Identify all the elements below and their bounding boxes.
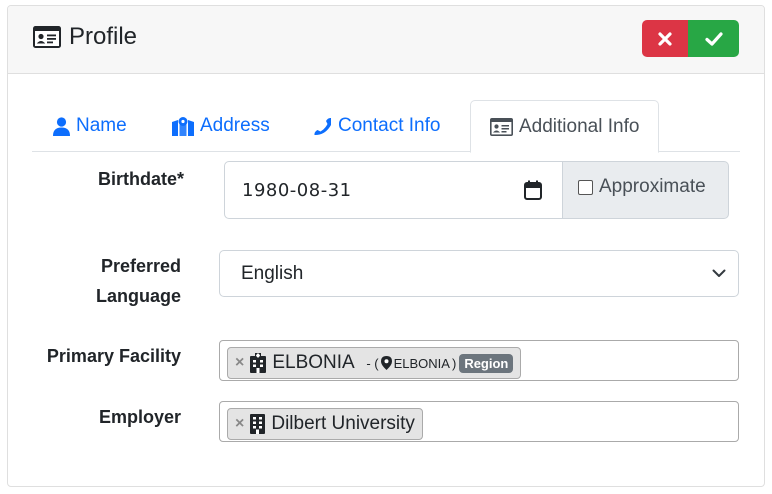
map-icon (172, 117, 194, 136)
page-title-text: Profile (69, 23, 138, 50)
checkmark-icon (704, 31, 723, 46)
phone-icon (314, 117, 331, 135)
tab-contact-info[interactable]: Contact Info (294, 100, 459, 152)
close-paren-text: ) (451, 355, 457, 371)
tab-contact-info-label: Contact Info (338, 115, 441, 136)
birthdate-label: Birthdate* (97, 169, 184, 189)
remove-chip-icon[interactable]: × (235, 415, 244, 433)
id-card-icon (490, 117, 513, 136)
preferred-language-label: Preferred Language (96, 251, 181, 311)
tab-address-label: Address (200, 115, 270, 136)
action-buttons (642, 20, 739, 57)
save-button[interactable] (688, 20, 739, 57)
separator-text: - ( (362, 355, 379, 371)
employer-select[interactable]: × Dilbert University (219, 401, 739, 442)
approximate-addon: Approximate (563, 161, 729, 219)
chevron-down-icon (712, 269, 726, 277)
facility-parent-name: ELBONIA (393, 355, 450, 371)
approximate-label: Approximate (599, 176, 706, 197)
page-title: Profile (33, 23, 137, 51)
id-card-icon (33, 26, 61, 48)
birthdate-input[interactable]: 1980-08-31 (224, 161, 563, 219)
birthdate-value: 1980-08-31 (242, 179, 352, 201)
facility-chip-label: ELBONIA (272, 352, 355, 373)
cancel-button[interactable] (642, 20, 688, 57)
employer-chip-label: Dilbert University (271, 413, 415, 434)
tab-address[interactable]: Address (153, 100, 289, 152)
preferred-language-label-line1: Preferred (100, 256, 181, 276)
map-marker-icon (380, 356, 392, 370)
tab-additional-info[interactable]: Additional Info (470, 100, 660, 153)
region-badge: Region (459, 353, 514, 373)
employer-label: Employer (98, 407, 181, 427)
hospital-icon (250, 353, 267, 373)
calendar-icon[interactable] (524, 180, 542, 200)
facility-chip-parent: - ( ELBONIA ) Region (362, 353, 514, 373)
tab-bar: Name Address Contact Info Additional Inf… (32, 100, 740, 153)
card-header: Profile (8, 6, 764, 74)
primary-facility-select[interactable]: × ELBONIA - ( ELBONIA ) Region (219, 340, 739, 381)
language-select[interactable]: English (219, 250, 739, 297)
tab-name-label: Name (76, 115, 127, 136)
remove-chip-icon[interactable]: × (235, 354, 244, 372)
birthdate-group: 1980-08-31 Approximate (224, 161, 729, 219)
user-icon (53, 116, 70, 136)
language-select-value: English (241, 262, 304, 284)
x-mark-icon (658, 31, 672, 46)
tab-additional-info-label: Additional Info (519, 115, 640, 137)
approximate-checkbox[interactable] (578, 180, 593, 195)
tab-name[interactable]: Name (34, 100, 146, 152)
primary-facility-label: Primary Facility (46, 346, 181, 366)
employer-chip: × Dilbert University (227, 408, 423, 440)
profile-card: Profile Name Address Contact Info Additi… (7, 5, 765, 487)
facility-chip: × ELBONIA - ( ELBONIA ) Region (227, 347, 522, 379)
building-icon (250, 414, 266, 434)
preferred-language-label-line2: Language (95, 286, 181, 306)
